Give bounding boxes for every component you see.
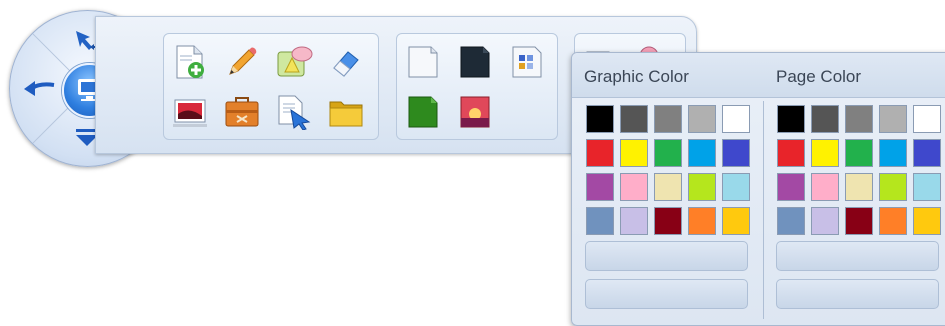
drawing-tools-group bbox=[163, 33, 379, 140]
color-swatch[interactable] bbox=[620, 207, 648, 235]
grid-page-button[interactable] bbox=[505, 40, 549, 84]
toolbox-button[interactable] bbox=[220, 90, 264, 134]
color-swatch[interactable] bbox=[811, 105, 839, 133]
new-page-button[interactable] bbox=[168, 40, 212, 84]
page-color-grid bbox=[777, 105, 942, 235]
select-button[interactable] bbox=[272, 90, 316, 134]
color-swatch[interactable] bbox=[777, 139, 805, 167]
color-swatch[interactable] bbox=[722, 139, 750, 167]
color-swatch[interactable] bbox=[777, 173, 805, 201]
color-swatch[interactable] bbox=[845, 207, 873, 235]
pencil-button[interactable] bbox=[220, 40, 264, 84]
popup-divider bbox=[763, 101, 764, 319]
color-swatch[interactable] bbox=[722, 207, 750, 235]
page-custom-color-slot[interactable] bbox=[776, 279, 939, 309]
color-swatch[interactable] bbox=[620, 173, 648, 201]
shapes-icon bbox=[277, 46, 313, 77]
picture-icon bbox=[173, 99, 207, 127]
color-swatch[interactable] bbox=[586, 105, 614, 133]
color-swatch[interactable] bbox=[913, 139, 941, 167]
green-page-button[interactable] bbox=[401, 90, 445, 134]
open-folder-button[interactable] bbox=[324, 90, 368, 134]
color-swatch[interactable] bbox=[688, 139, 716, 167]
color-swatch[interactable] bbox=[811, 207, 839, 235]
graphic-color-title: Graphic Color bbox=[584, 67, 689, 86]
color-swatch[interactable] bbox=[845, 173, 873, 201]
grid-page-icon bbox=[512, 46, 542, 78]
select-icon bbox=[278, 95, 311, 130]
eraser-button[interactable] bbox=[324, 40, 368, 84]
page-background-group bbox=[396, 33, 558, 140]
shapes-button[interactable] bbox=[272, 40, 316, 84]
color-swatch[interactable] bbox=[777, 207, 805, 235]
eraser-icon bbox=[333, 51, 359, 77]
photo-page-button[interactable] bbox=[453, 90, 497, 134]
graphic-custom-color-slot[interactable] bbox=[585, 279, 748, 309]
color-swatch[interactable] bbox=[620, 139, 648, 167]
color-swatch[interactable] bbox=[913, 173, 941, 201]
dark-page-button[interactable] bbox=[453, 40, 497, 84]
color-swatch[interactable] bbox=[688, 105, 716, 133]
color-swatch[interactable] bbox=[688, 207, 716, 235]
color-swatch[interactable] bbox=[777, 105, 805, 133]
color-swatch[interactable] bbox=[620, 105, 648, 133]
white-page-icon bbox=[408, 46, 438, 78]
color-swatch[interactable] bbox=[879, 139, 907, 167]
color-swatch[interactable] bbox=[879, 105, 907, 133]
folder-icon bbox=[329, 101, 363, 127]
color-swatch[interactable] bbox=[913, 207, 941, 235]
color-swatch[interactable] bbox=[586, 173, 614, 201]
color-swatch[interactable] bbox=[845, 105, 873, 133]
graphic-custom-color-slot[interactable] bbox=[585, 241, 748, 271]
green-page-icon bbox=[408, 96, 438, 128]
page-color-title: Page Color bbox=[776, 67, 862, 86]
white-page-button[interactable] bbox=[401, 40, 445, 84]
picture-button[interactable] bbox=[168, 90, 212, 134]
color-swatch[interactable] bbox=[913, 105, 941, 133]
color-swatch[interactable] bbox=[879, 207, 907, 235]
new-page-icon bbox=[176, 45, 204, 79]
color-swatch[interactable] bbox=[654, 173, 682, 201]
color-swatch[interactable] bbox=[811, 173, 839, 201]
pencil-icon bbox=[229, 47, 257, 75]
graphic-color-grid bbox=[586, 105, 751, 235]
toolbox-icon bbox=[225, 97, 259, 127]
color-swatch[interactable] bbox=[845, 139, 873, 167]
color-swatch[interactable] bbox=[811, 139, 839, 167]
color-popup: Graphic Color Page Color bbox=[571, 52, 945, 326]
dark-page-icon bbox=[460, 46, 490, 78]
color-swatch[interactable] bbox=[688, 173, 716, 201]
color-swatch[interactable] bbox=[586, 207, 614, 235]
color-swatch[interactable] bbox=[879, 173, 907, 201]
left-arrow-icon[interactable] bbox=[22, 77, 56, 99]
color-swatch[interactable] bbox=[654, 105, 682, 133]
photo-page-icon bbox=[460, 96, 490, 128]
page-custom-color-slot[interactable] bbox=[776, 241, 939, 271]
color-swatch[interactable] bbox=[654, 139, 682, 167]
color-swatch[interactable] bbox=[722, 105, 750, 133]
color-swatch[interactable] bbox=[586, 139, 614, 167]
color-swatch[interactable] bbox=[654, 207, 682, 235]
color-swatch[interactable] bbox=[722, 173, 750, 201]
